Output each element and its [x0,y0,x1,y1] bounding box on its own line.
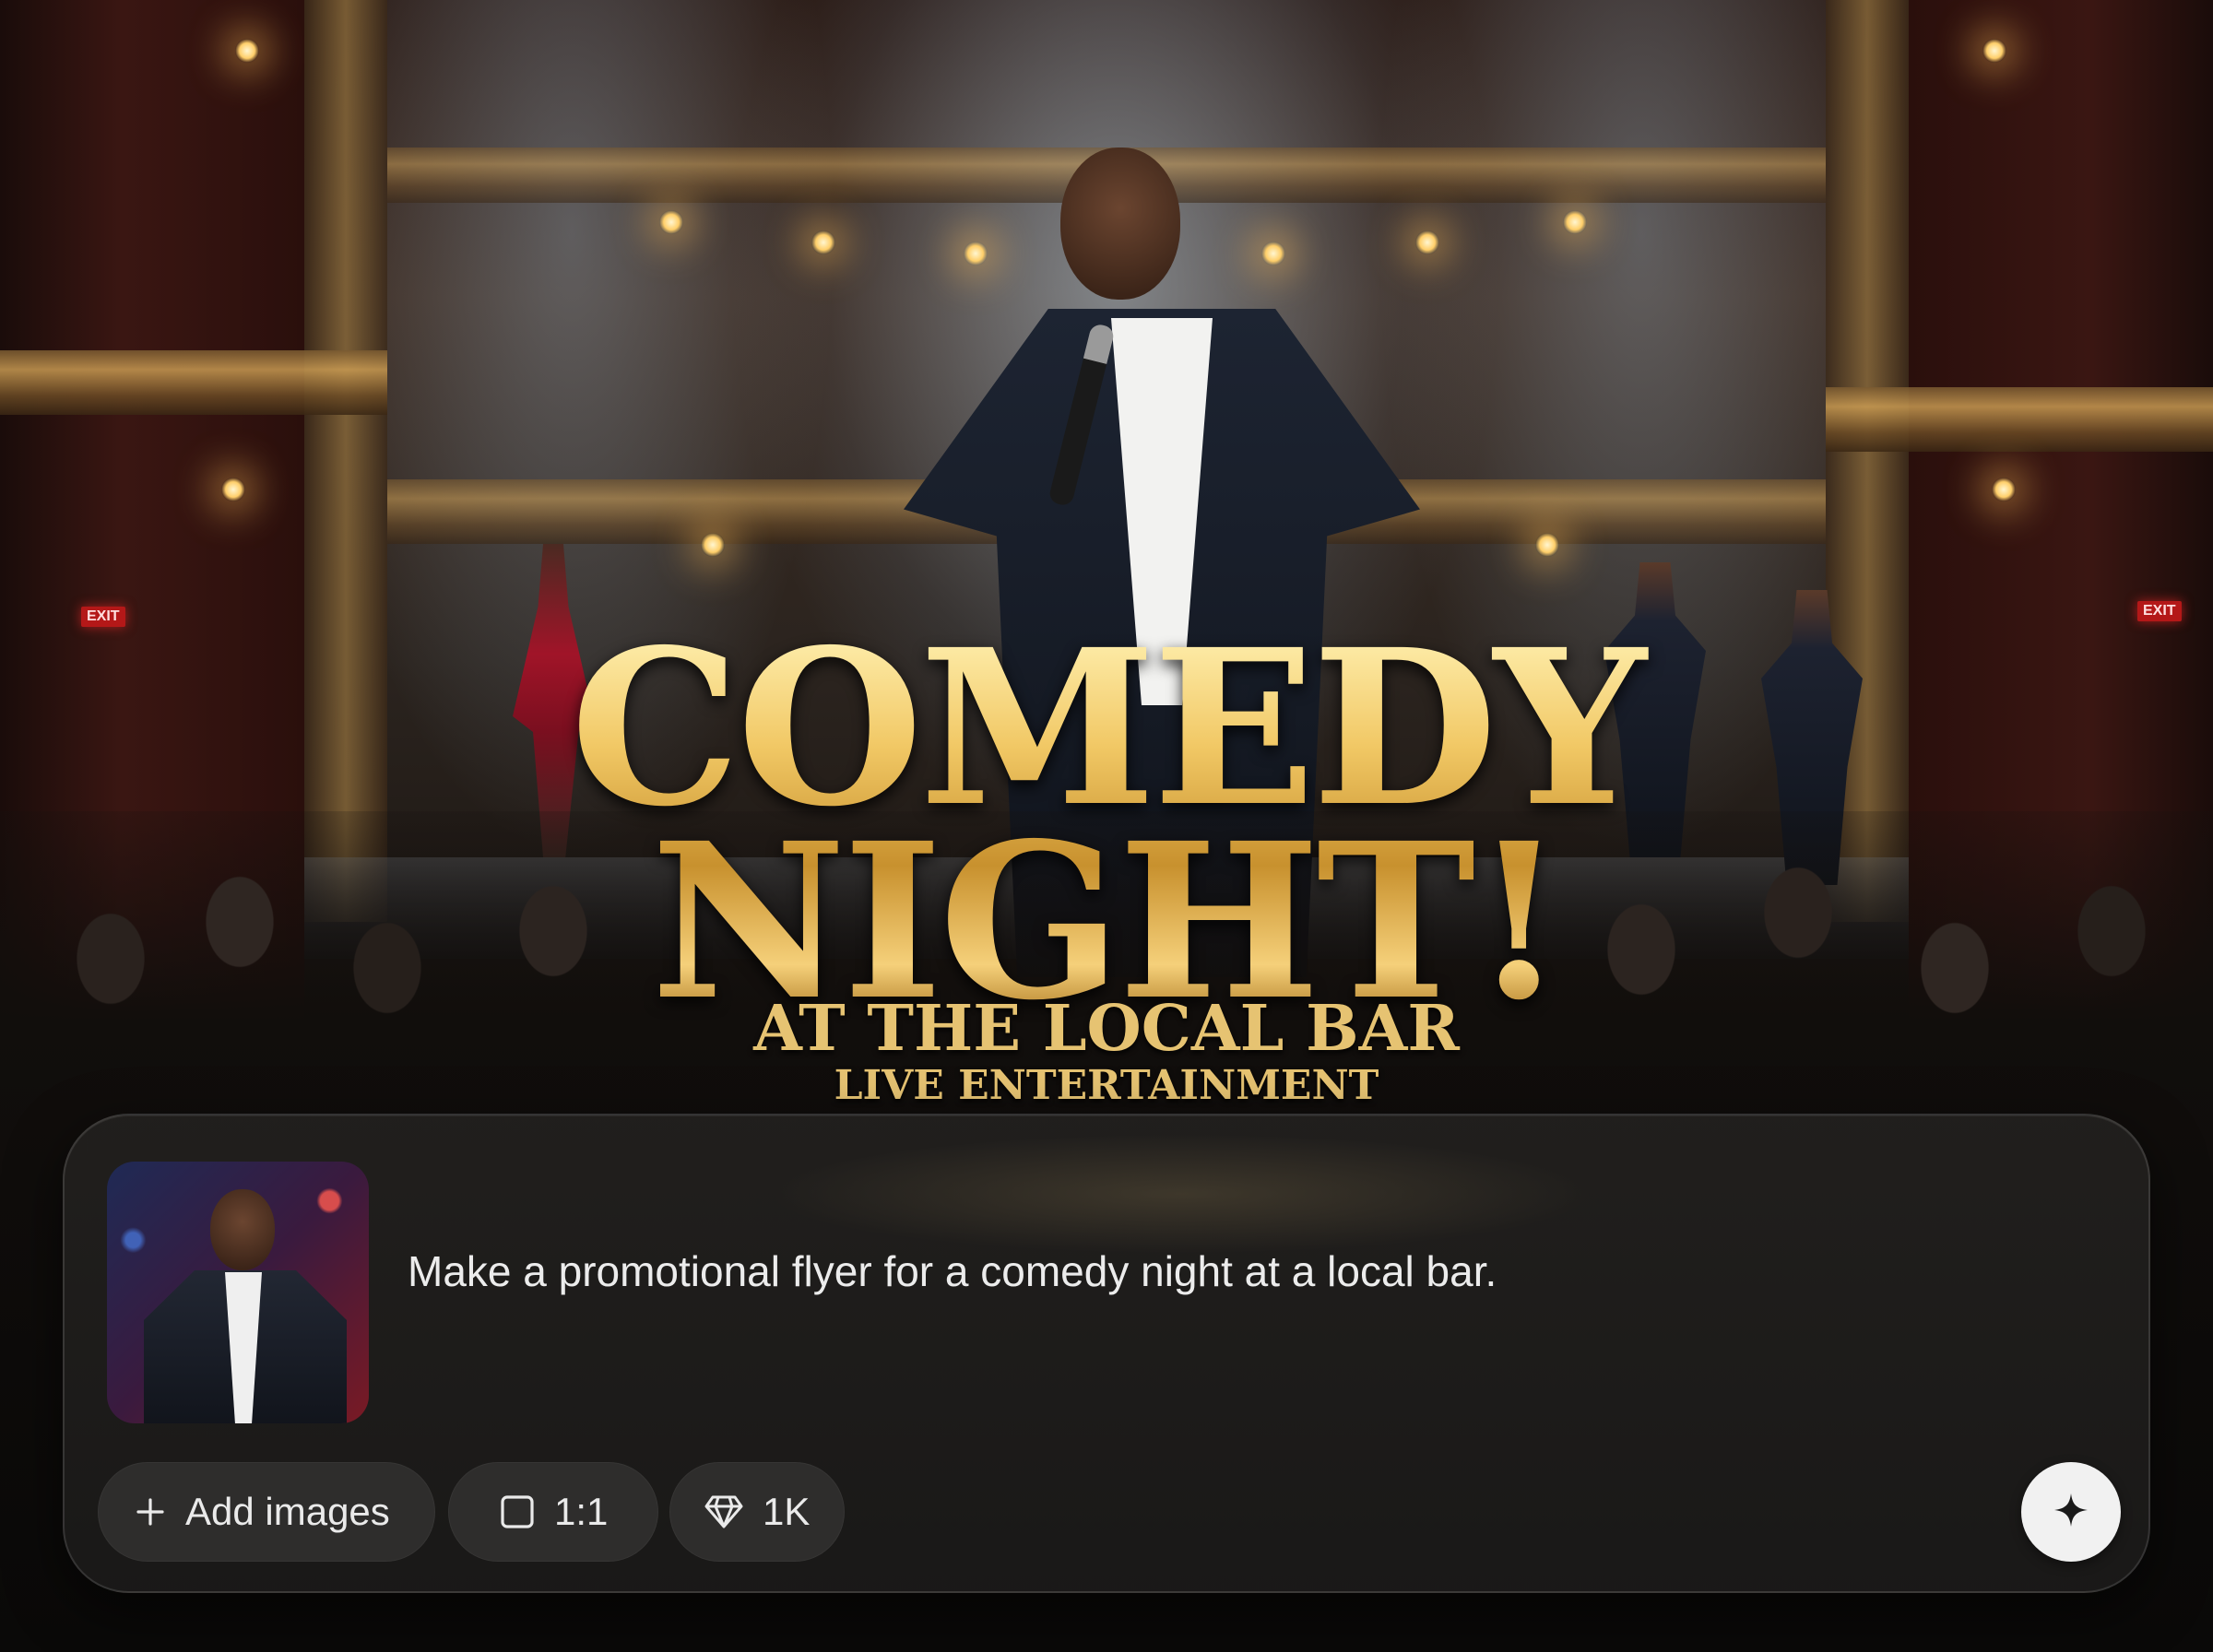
sparkle-icon [2051,1490,2091,1535]
balcony-lamp [701,533,725,557]
wall-lamp [1982,39,2006,63]
exit-sign: EXIT [2137,601,2182,621]
plus-icon [134,1495,167,1528]
prompt-input[interactable]: Make a promotional flyer for a comedy ni… [408,1246,2038,1296]
aspect-ratio-label: 1:1 [554,1490,609,1533]
panel-glow [765,1134,1595,1254]
square-icon [499,1493,536,1530]
add-images-button[interactable]: Add images [98,1462,435,1562]
reference-image-thumbnail[interactable] [107,1162,369,1423]
prompt-composer-panel: Make a promotional flyer for a comedy ni… [63,1114,2150,1593]
balcony-lamp [811,230,835,254]
generate-button[interactable] [2021,1462,2121,1562]
balcony-lamp [659,210,683,234]
resolution-button[interactable]: 1K [669,1462,845,1562]
flyer-tagline: LIVE ENTERTAINMENT [834,1062,1379,1109]
wall-lamp [1992,478,2016,502]
aspect-ratio-button[interactable]: 1:1 [448,1462,658,1562]
left-balcony [0,350,387,415]
flyer-subtitle: AT THE LOCAL BAR [753,992,1460,1066]
resolution-label: 1K [763,1490,811,1533]
wall-lamp [221,478,245,502]
thumbnail-head [210,1189,275,1270]
wall-lamp [235,39,259,63]
diamond-icon [704,1493,744,1530]
add-images-label: Add images [185,1490,390,1533]
comedian-head [1060,148,1180,300]
exit-sign: EXIT [81,607,125,627]
flyer-headline: COMEDY NIGHT! [0,627,2213,1024]
balcony-lamp [1535,533,1559,557]
balcony-lamp [1563,210,1587,234]
right-balcony [1826,387,2213,452]
